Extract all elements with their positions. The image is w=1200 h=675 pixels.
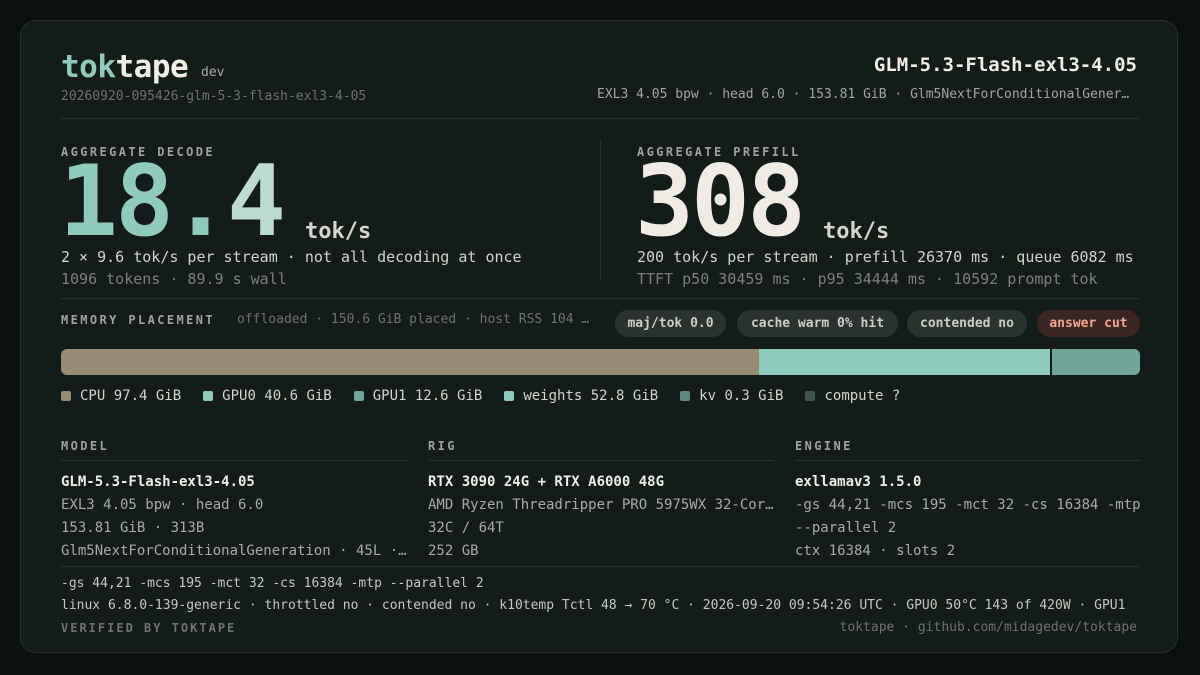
verified-badge: VERIFIED BY TOKTAPE: [61, 621, 237, 635]
rig-cpu: AMD Ryzen Threadripper PRO 5975WX 32-Cor…: [428, 497, 774, 513]
rig-gpus: RTX 3090 24G + RTX A6000 48G: [428, 474, 665, 490]
repo-link[interactable]: toktape · github.com/midagedev/toktape: [840, 620, 1137, 635]
rig-column-label: RIG: [428, 439, 457, 453]
prefill-value: 308: [635, 145, 806, 259]
legend-swatch: [504, 391, 515, 401]
brand-logo: toktape: [61, 49, 189, 85]
header-divider: [61, 118, 1139, 119]
model-size: 153.81 GiB · 313B: [61, 520, 205, 536]
contended-pill: contended no: [907, 310, 1027, 337]
engine-args-cont: --parallel 2: [795, 520, 897, 536]
model-column-label: MODEL: [61, 439, 110, 453]
footer-command: -gs 44,21 -mcs 195 -mct 32 -cs 16384 -mt…: [61, 576, 484, 591]
answer-cut-pill: answer cut: [1037, 310, 1140, 337]
legend-item: kv 0.3 GiB: [680, 388, 783, 404]
legend-label: GPU1 12.6 GiB: [372, 388, 483, 404]
decode-unit: tok/s: [305, 219, 372, 244]
cache-warm-pill: cache warm 0% hit: [737, 310, 898, 337]
model-title: GLM-5.3-Flash-exl3-4.05: [873, 54, 1137, 76]
rig-column: RIG RTX 3090 24G + RTX A6000 48G AMD Ryz…: [428, 439, 774, 563]
legend-label: compute ?: [824, 388, 901, 404]
model-name: GLM-5.3-Flash-exl3-4.05: [61, 474, 255, 490]
maj-tok-pill: maj/tok 0.0: [615, 310, 726, 337]
legend-item: compute ?: [805, 388, 900, 404]
memory-bar-cpu: [61, 349, 759, 375]
prefill-detail: 200 tok/s per stream · prefill 26370 ms …: [637, 248, 1134, 266]
decode-summary: 1096 tokens · 89.9 s wall: [61, 270, 287, 288]
memory-bar-gpu0: [758, 349, 1050, 375]
rig-ram: 252 GB: [428, 543, 479, 559]
engine-column: ENGINE exllamav3 1.5.0 -gs 44,21 -mcs 19…: [795, 439, 1141, 563]
legend-swatch: [353, 391, 364, 401]
metrics-divider: [600, 139, 601, 281]
legend-item: CPU 97.4 GiB: [61, 388, 181, 404]
legend-swatch: [203, 391, 214, 401]
legend-label: CPU 97.4 GiB: [80, 388, 182, 404]
brand-tape: tape: [115, 49, 189, 85]
memory-placement-bar: [61, 349, 1140, 375]
prefill-unit: tok/s: [823, 219, 890, 244]
decode-value-int: 18.: [59, 145, 230, 259]
legend-swatch: [61, 391, 71, 401]
model-quant: EXL3 4.05 bpw · head 6.0: [61, 497, 264, 513]
model-subtitle: EXL3 4.05 bpw · head 6.0 · 153.81 GiB · …: [597, 87, 1137, 102]
memory-summary: offloaded · 150.6 GiB placed · host RSS …: [237, 312, 592, 327]
model-arch: Glm5NextForConditionalGeneration · 45L ·…: [61, 543, 407, 559]
footer-system: linux 6.8.0-139-generic · throttled no ·…: [61, 598, 1126, 613]
report-card: toktape dev 20260920-095426-glm-5-3-flas…: [20, 20, 1178, 653]
legend-swatch: [680, 391, 691, 401]
run-id: 20260920-095426-glm-5-3-flash-exl3-4-05: [61, 89, 367, 104]
legend-label: GPU0 40.6 GiB: [222, 388, 332, 404]
legend-label: kv 0.3 GiB: [699, 388, 784, 404]
legend-swatch: [805, 391, 816, 401]
engine-ctx: ctx 16384 · slots 2: [795, 543, 956, 559]
legend-item: weights 52.8 GiB: [504, 388, 658, 404]
engine-args: -gs 44,21 -mcs 195 -mct 32 -cs 16384 -mt…: [795, 497, 1141, 513]
memory-label: MEMORY PLACEMENT: [61, 313, 215, 327]
decode-value: 18.4: [59, 153, 286, 251]
brand-tag: dev: [201, 65, 225, 80]
model-column: MODEL GLM-5.3-Flash-exl3-4.05 EXL3 4.05 …: [61, 439, 407, 563]
engine-name: exllamav3 1.5.0: [795, 474, 922, 490]
decode-detail: 2 × 9.6 tok/s per stream · not all decod…: [61, 248, 522, 266]
footer-divider: [61, 566, 1139, 567]
memory-legend: CPU 97.4 GiB GPU0 40.6 GiB GPU1 12.6 GiB we…: [61, 388, 922, 404]
rig-threads: 32C / 64T: [428, 520, 504, 536]
metrics-bottom-divider: [61, 298, 1139, 299]
decode-value-frac: 4: [227, 145, 286, 259]
engine-column-label: ENGINE: [795, 439, 853, 453]
legend-item: GPU1 12.6 GiB: [353, 388, 483, 404]
prefill-summary: TTFT p50 30459 ms · p95 34444 ms · 10592…: [637, 270, 1098, 288]
memory-bar-gpu1: [1051, 349, 1140, 375]
brand-tok: tok: [61, 49, 116, 85]
legend-item: GPU0 40.6 GiB: [203, 388, 332, 404]
legend-label: weights 52.8 GiB: [523, 388, 659, 404]
